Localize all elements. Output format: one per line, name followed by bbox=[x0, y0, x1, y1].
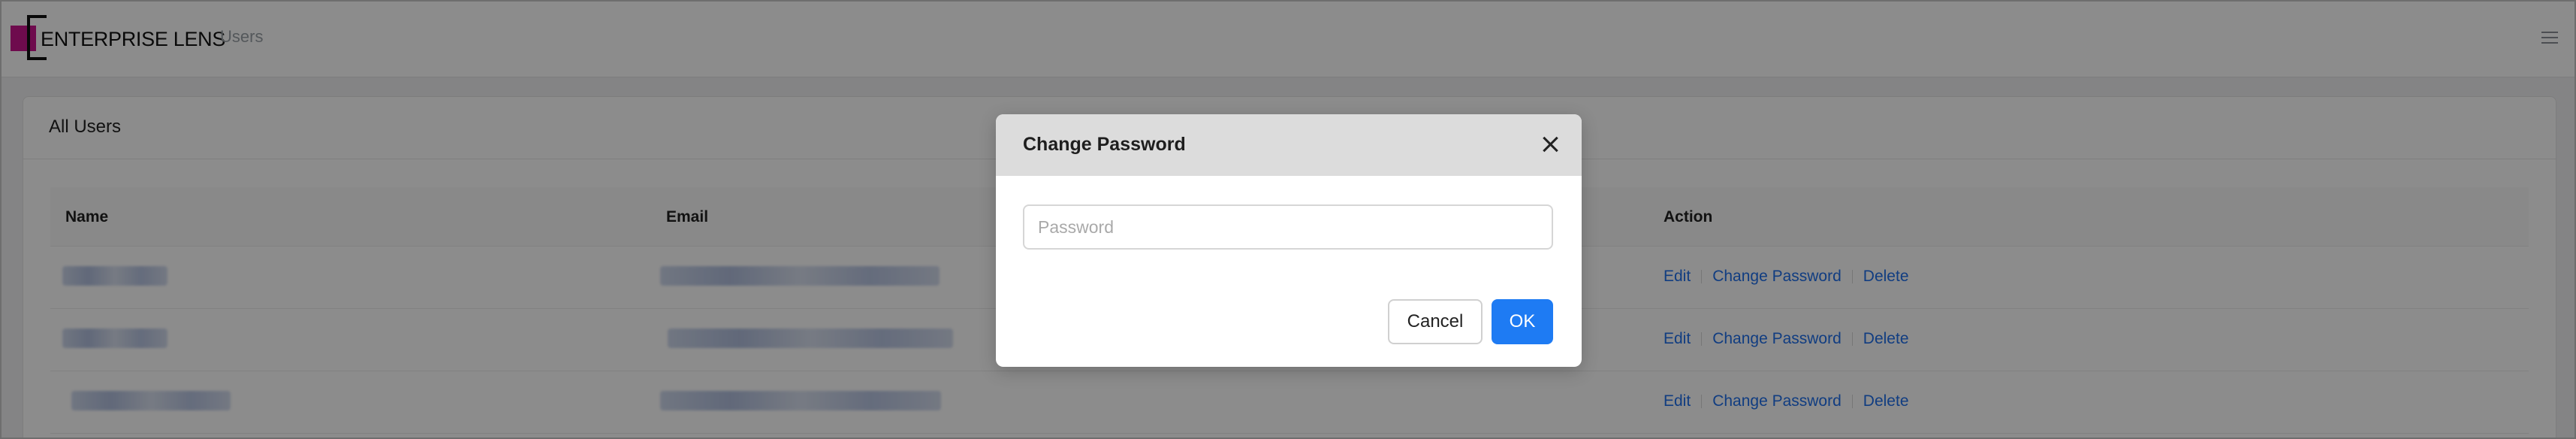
dialog-title: Change Password bbox=[1023, 134, 1186, 155]
ok-button[interactable]: OK bbox=[1492, 299, 1553, 344]
password-input[interactable] bbox=[1023, 204, 1553, 250]
close-icon[interactable] bbox=[1540, 134, 1561, 155]
change-password-dialog: Change Password Cancel OK bbox=[996, 114, 1582, 367]
cancel-button[interactable]: Cancel bbox=[1388, 299, 1483, 344]
dialog-header: Change Password bbox=[996, 114, 1582, 176]
